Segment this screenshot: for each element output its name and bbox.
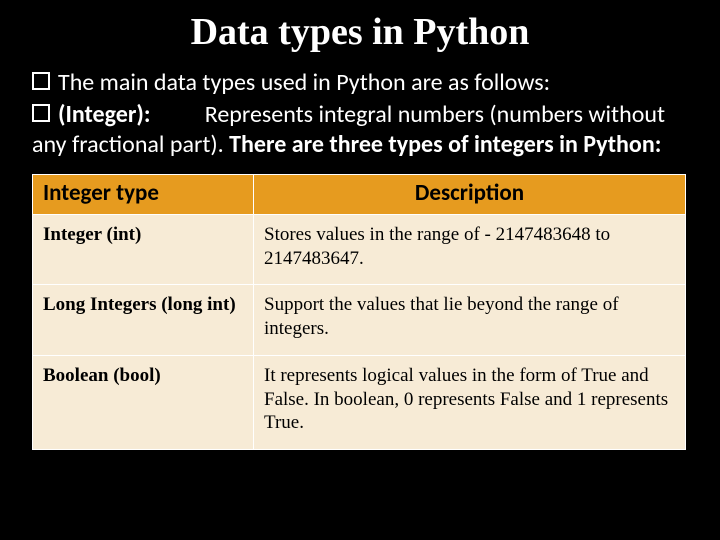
table-cell-desc: Stores values in the range of - 21474836… <box>254 214 686 285</box>
table-row: Integer (int) Stores values in the range… <box>33 214 686 285</box>
table-row: Long Integers (long int) Support the val… <box>33 285 686 356</box>
bullet-text-1: The main data types used in Python are a… <box>58 68 550 97</box>
table-row: Boolean (bool) It represents logical val… <box>33 355 686 449</box>
table-cell-type: Integer (int) <box>33 214 254 285</box>
table-cell-desc: Support the values that lie beyond the r… <box>254 285 686 356</box>
slide: Data types in Python The main data types… <box>0 0 720 540</box>
table-header-type: Integer type <box>33 175 254 215</box>
table-cell-type: Boolean (bool) <box>33 355 254 449</box>
bullet-text-2b: There are three types of integers in Pyt… <box>229 130 661 159</box>
square-bullet-icon <box>32 104 50 122</box>
slide-title: Data types in Python <box>32 10 688 54</box>
table-cell-desc: It represents logical values in the form… <box>254 355 686 449</box>
bullet-line-2: (Integer): Represents integral numbers (… <box>32 100 688 160</box>
table-header-desc: Description <box>254 175 686 215</box>
table-header-row: Integer type Description <box>33 175 686 215</box>
slide-body: The main data types used in Python are a… <box>32 68 688 450</box>
bullet-label-integer: (Integer): <box>58 100 150 129</box>
square-bullet-icon <box>32 72 50 90</box>
bullet-line-1: The main data types used in Python are a… <box>32 68 688 98</box>
table-cell-type: Long Integers (long int) <box>33 285 254 356</box>
integer-types-table: Integer type Description Integer (int) S… <box>32 174 686 450</box>
